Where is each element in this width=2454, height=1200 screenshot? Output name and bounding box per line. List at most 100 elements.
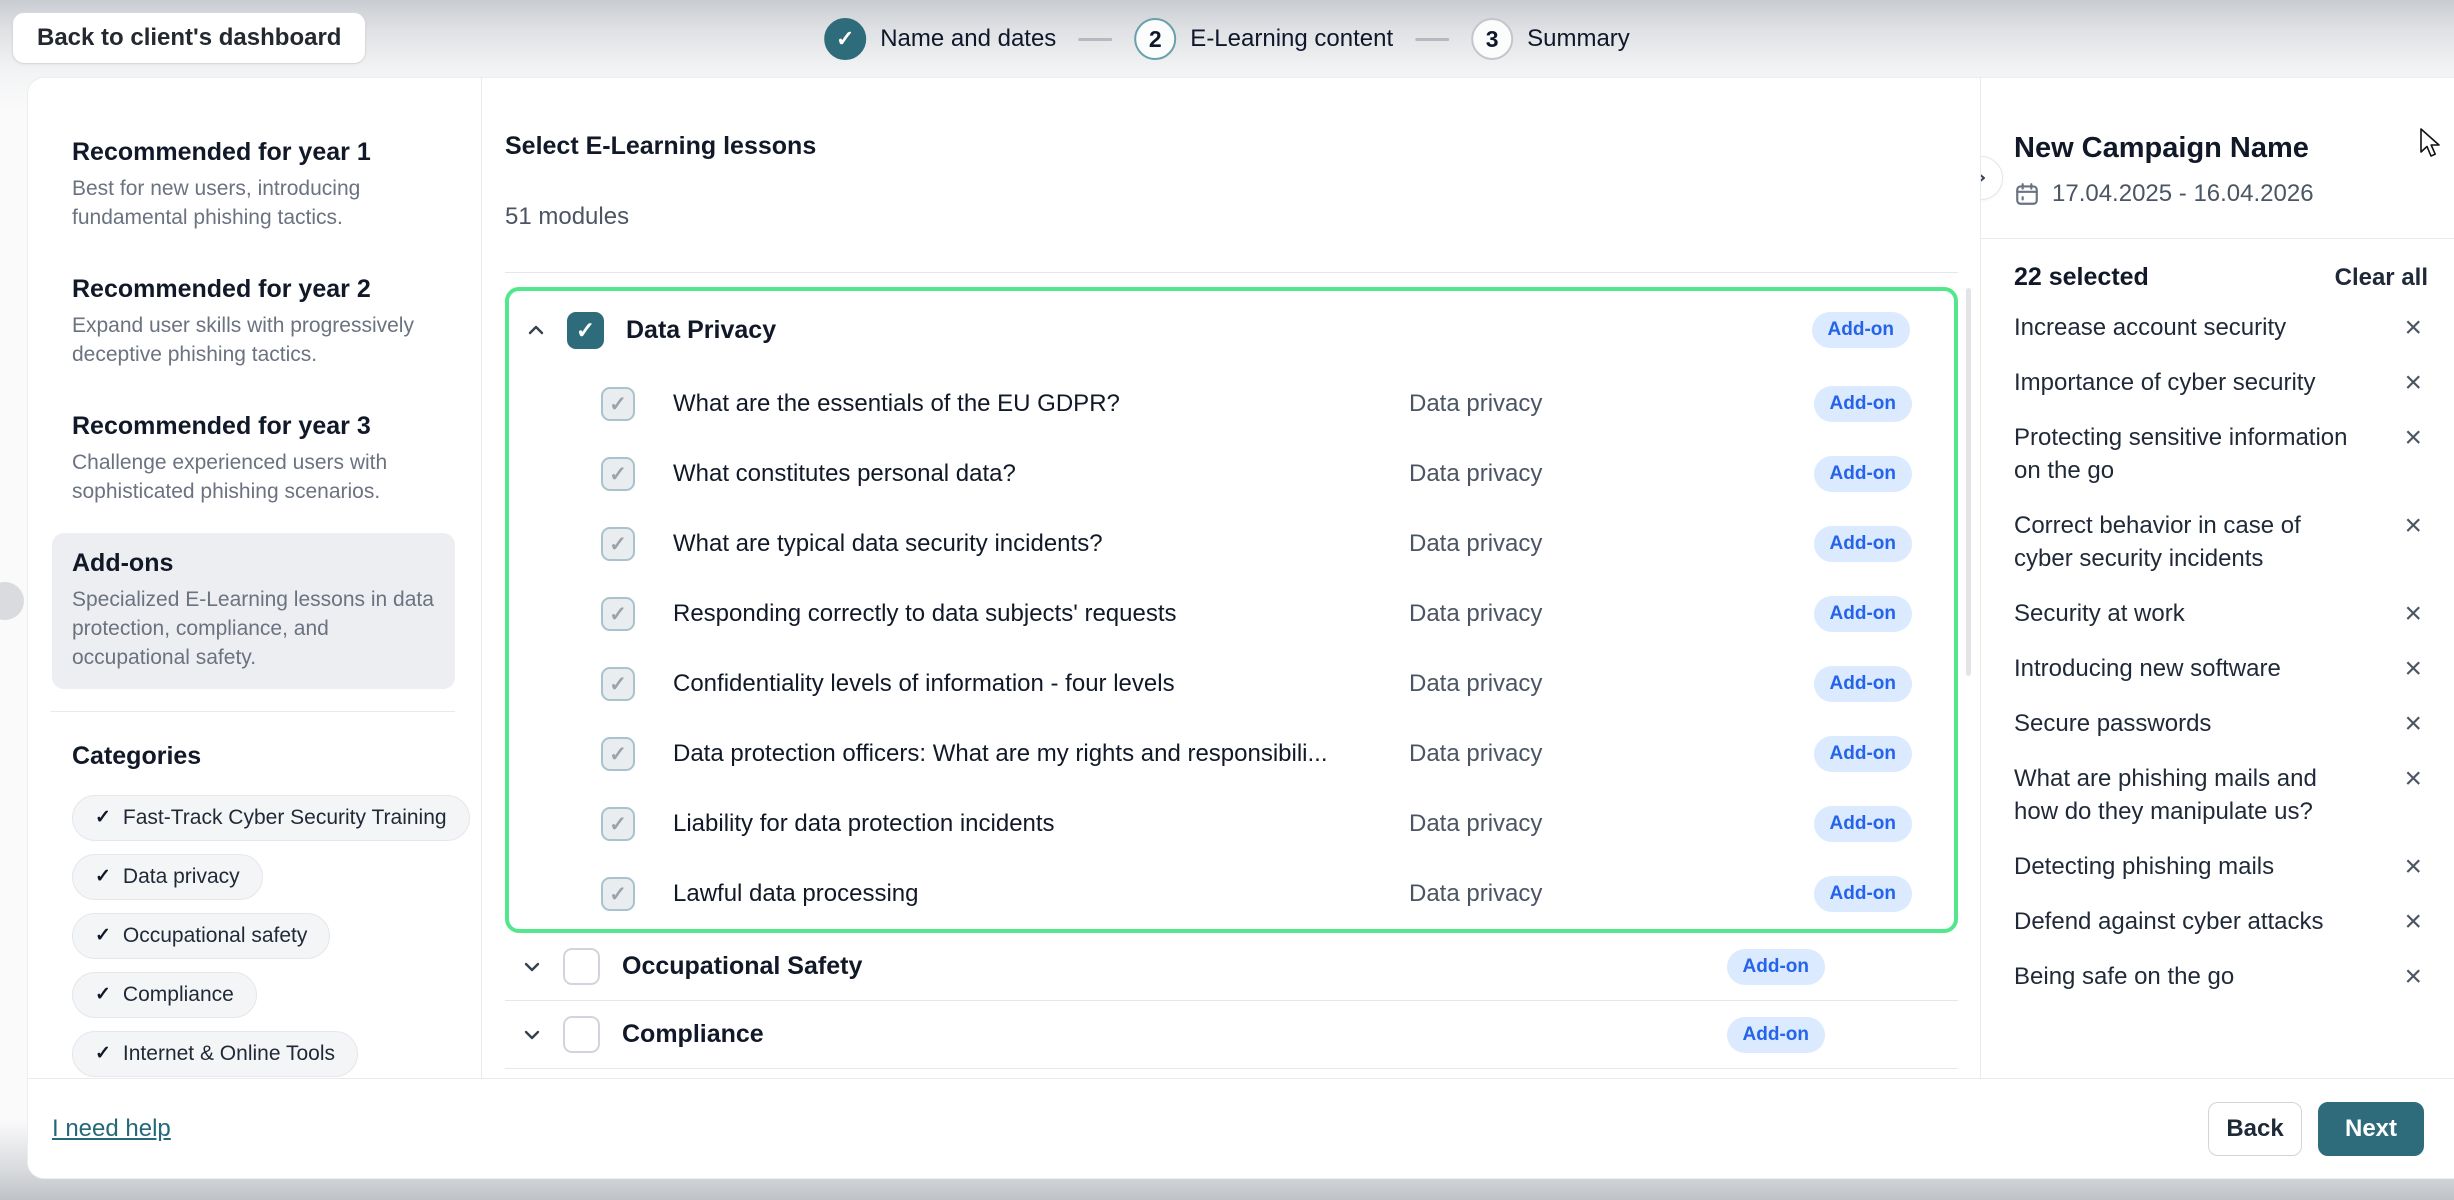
lesson-checkbox[interactable]: ✓ — [601, 807, 635, 841]
campaign-name: New Campaign Name — [2014, 130, 2428, 166]
category-chip[interactable]: ✓ Fast-Track Cyber Security Training — [72, 795, 470, 841]
remove-item-button[interactable]: × — [2398, 366, 2428, 399]
lesson-title: Responding correctly to data subjects' r… — [673, 600, 1409, 628]
back-to-dashboard-button[interactable]: Back to client's dashboard — [12, 12, 366, 64]
category-chip[interactable]: ✓ Occupational safety — [72, 913, 330, 959]
check-icon: ✓ — [609, 462, 627, 487]
category-chip[interactable]: ✓ Data privacy — [72, 854, 263, 900]
stepper-step[interactable]: 1 ✓ Name and dates — [824, 18, 1056, 60]
preset-item[interactable]: Recommended for year 3 Challenge experie… — [52, 396, 455, 523]
modules-count: 51 modules — [505, 202, 1958, 232]
lesson-checkbox[interactable]: ✓ — [601, 737, 635, 771]
remove-item-button[interactable]: × — [2398, 905, 2428, 938]
lesson-checkbox[interactable]: ✓ — [601, 667, 635, 701]
selected-lesson-item: Introducing new software × — [2014, 641, 2428, 696]
sidebar-divider — [50, 711, 455, 712]
chip-label: Internet & Online Tools — [123, 1042, 335, 1066]
lesson-category: Data privacy — [1409, 810, 1784, 838]
chip-label: Data privacy — [123, 865, 240, 889]
check-icon: ✓ — [609, 532, 627, 557]
remove-item-button[interactable]: × — [2398, 762, 2428, 795]
check-icon: ✓ — [609, 602, 627, 627]
selected-lesson-label: Secure passwords — [2014, 707, 2366, 740]
lesson-row: ✓ What are typical data security inciden… — [509, 509, 1954, 579]
selected-lesson-label: Protecting sensitive information on the … — [2014, 421, 2366, 487]
lesson-row: ✓ What constitutes personal data? Data p… — [509, 439, 1954, 509]
group-checkbox[interactable]: ✓ — [563, 948, 600, 985]
selected-lesson-item: Detecting phishing mails × — [2014, 839, 2428, 894]
group-checkbox[interactable]: ✓ — [563, 1016, 600, 1053]
check-icon: ✓ — [95, 806, 111, 829]
preset-item[interactable]: Recommended for year 1 Best for new user… — [52, 122, 455, 249]
lesson-checkbox[interactable]: ✓ — [601, 387, 635, 421]
panel-content: New Campaign Name 17.04.2025 - 16.04.202… — [1981, 78, 2454, 1004]
lesson-row: ✓ Lawful data processing Data privacy Ad… — [509, 859, 1954, 929]
lesson-checkbox[interactable]: ✓ — [601, 527, 635, 561]
lesson-checkbox[interactable]: ✓ — [601, 597, 635, 631]
stepper-step[interactable]: 2 ✓ E-Learning content — [1134, 18, 1393, 60]
remove-item-button[interactable]: × — [2398, 850, 2428, 883]
lesson-checkbox[interactable]: ✓ — [601, 457, 635, 491]
addon-badge: Add-on — [1812, 312, 1910, 348]
lesson-row: ✓ What are the essentials of the EU GDPR… — [509, 369, 1954, 439]
wizard-stepper: 1 ✓ Name and dates 2 ✓ E-Learning conten… — [824, 0, 1630, 78]
check-icon: ✓ — [576, 317, 595, 344]
check-icon: ✓ — [95, 1042, 111, 1065]
lesson-group-header[interactable]: ✓ Compliance Add-on — [505, 1001, 1958, 1069]
remove-item-button[interactable]: × — [2398, 421, 2428, 454]
check-icon: ✓ — [609, 882, 627, 907]
remove-item-button[interactable]: × — [2398, 652, 2428, 685]
lesson-category: Data privacy — [1409, 740, 1784, 768]
addon-badge: Add-on — [1727, 1017, 1825, 1053]
remove-item-button[interactable]: × — [2398, 311, 2428, 344]
help-link[interactable]: I need help — [52, 1115, 171, 1143]
chevron-up-icon[interactable] — [523, 317, 549, 343]
chevron-down-icon[interactable] — [519, 954, 545, 980]
remove-item-button[interactable]: × — [2398, 597, 2428, 630]
mouse-cursor — [2419, 128, 2445, 160]
category-chip[interactable]: ✓ Compliance — [72, 972, 257, 1018]
remove-item-button[interactable]: × — [2398, 509, 2428, 542]
lesson-group: ✓ Compliance Add-on — [505, 1001, 1958, 1069]
category-chip[interactable]: ✓ Internet & Online Tools — [72, 1031, 358, 1077]
chevron-down-icon[interactable] — [519, 1022, 545, 1048]
selected-lesson-label: What are phishing mails and how do they … — [2014, 762, 2366, 828]
clear-all-button[interactable]: Clear all — [2335, 264, 2428, 292]
lesson-group-header[interactable]: ✓ Occupational Safety Add-on — [505, 933, 1958, 1001]
preset-description: Expand user skills with progressively de… — [72, 312, 435, 370]
check-icon: ✓ — [609, 742, 627, 767]
chip-label: Occupational safety — [123, 924, 307, 948]
preset-title: Recommended for year 3 — [72, 412, 435, 441]
step-circle: 3 ✓ — [1471, 18, 1513, 60]
group-checkbox[interactable]: ✓ — [567, 312, 604, 349]
remove-item-button[interactable]: × — [2398, 960, 2428, 993]
remove-item-button[interactable]: × — [2398, 707, 2428, 740]
lesson-group: ✓ Data Privacy Add-on ✓ What are the ess… — [505, 287, 1958, 933]
stepper-step[interactable]: 3 ✓ Summary — [1471, 18, 1630, 60]
selected-lesson-label: Being safe on the go — [2014, 960, 2366, 993]
preset-title: Add-ons — [72, 549, 435, 578]
addon-badge: Add-on — [1727, 949, 1825, 985]
selected-header: 22 selected Clear all — [2014, 263, 2428, 292]
lesson-row: ✓ Data protection officers: What are my … — [509, 719, 1954, 789]
check-icon: ✓ — [609, 392, 627, 417]
selected-lesson-item: Security at work × — [2014, 586, 2428, 641]
step-label: E-Learning content — [1190, 25, 1393, 53]
addon-badge: Add-on — [1814, 666, 1912, 702]
sidebar-collapse-handle[interactable] — [0, 582, 24, 620]
preset-item[interactable]: Recommended for year 2 Expand user skill… — [52, 259, 455, 386]
lesson-title: Lawful data processing — [673, 880, 1409, 908]
preset-item[interactable]: Add-ons Specialized E-Learning lessons i… — [52, 533, 455, 689]
selected-lesson-item: Correct behavior in case of cyber securi… — [2014, 498, 2428, 586]
lesson-group-header[interactable]: ✓ Data Privacy Add-on — [509, 291, 1954, 369]
top-bar: Back to client's dashboard 1 ✓ Name and … — [0, 0, 2454, 78]
lesson-group: ✓ Occupational Safety Add-on — [505, 933, 1958, 1001]
step-circle: 1 ✓ — [824, 18, 866, 60]
selected-lesson-label: Correct behavior in case of cyber securi… — [2014, 509, 2366, 575]
scrollbar-thumb[interactable] — [1966, 288, 1971, 676]
selected-lesson-item: Increase account security × — [2014, 300, 2428, 355]
preset-description: Best for new users, introducing fundamen… — [72, 175, 435, 233]
back-button[interactable]: Back — [2208, 1102, 2302, 1156]
lesson-checkbox[interactable]: ✓ — [601, 877, 635, 911]
next-button[interactable]: Next — [2318, 1102, 2424, 1156]
